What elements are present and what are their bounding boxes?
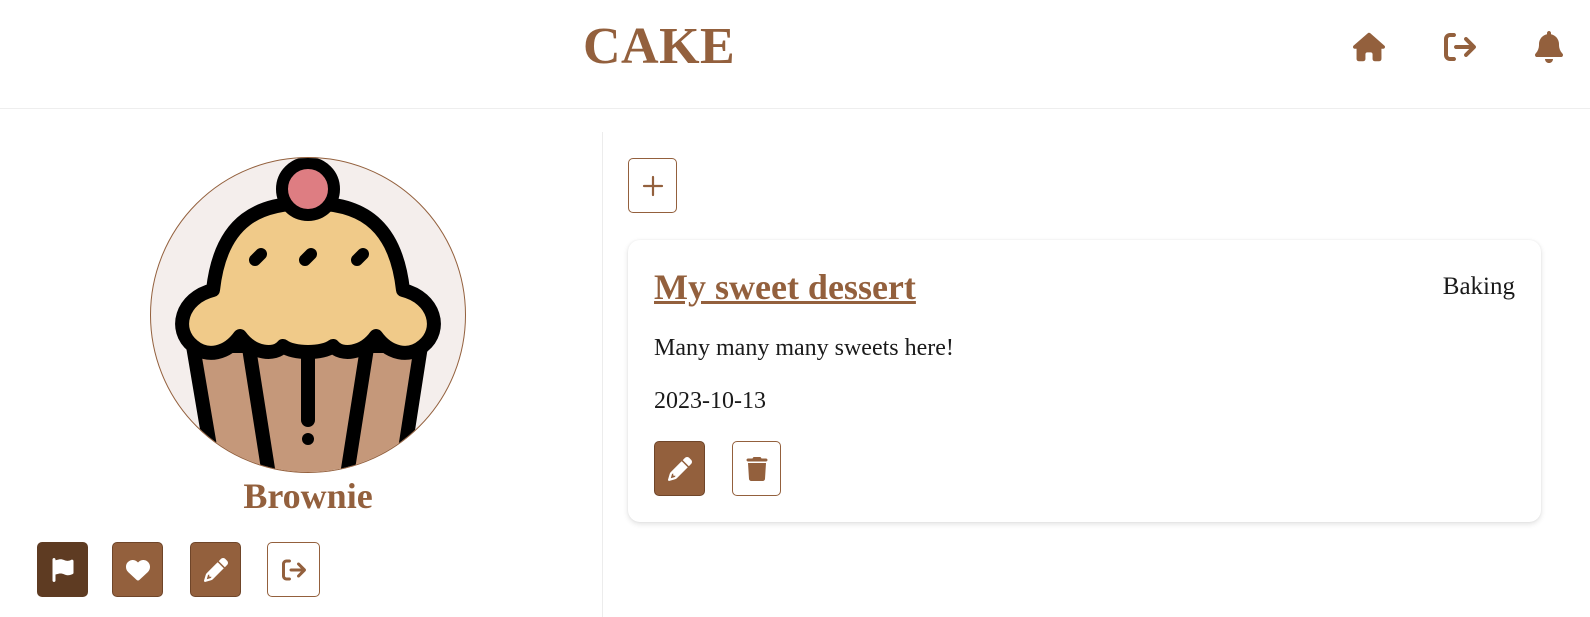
column-divider <box>602 132 603 617</box>
top-header: CAKE <box>0 0 1590 109</box>
logout-icon <box>281 559 306 580</box>
logout-icon <box>1444 33 1476 61</box>
plus-icon <box>642 175 663 196</box>
pencil-icon <box>667 456 692 481</box>
heart-icon <box>125 559 150 580</box>
post-description: Many many many sweets here! <box>654 335 954 361</box>
delete-post-button[interactable] <box>732 441 781 496</box>
flag-button[interactable] <box>37 542 88 597</box>
post-title-link[interactable]: My sweet dessert <box>654 265 916 309</box>
nav-home-button[interactable] <box>1352 30 1386 64</box>
flag-icon <box>52 557 73 582</box>
edit-post-button[interactable] <box>654 441 705 496</box>
post-category: Baking <box>1442 273 1515 300</box>
cupcake-icon <box>175 158 441 472</box>
post-date: 2023-10-13 <box>654 388 766 414</box>
edit-profile-button[interactable] <box>190 542 241 597</box>
nav-notifications-button[interactable] <box>1532 30 1566 64</box>
bell-icon <box>1535 31 1564 63</box>
profile-logout-button[interactable] <box>267 542 320 597</box>
add-post-button[interactable] <box>628 158 677 213</box>
profile-name: Brownie <box>243 476 373 516</box>
nav-logout-button[interactable] <box>1443 30 1477 64</box>
pencil-icon <box>203 557 228 582</box>
home-icon <box>1353 32 1385 62</box>
post-card: My sweet dessert Baking Many many many s… <box>628 240 1541 522</box>
favorites-button[interactable] <box>112 542 163 597</box>
profile-avatar <box>150 157 466 473</box>
site-logo[interactable]: CAKE <box>583 14 735 80</box>
trash-icon <box>746 456 767 481</box>
